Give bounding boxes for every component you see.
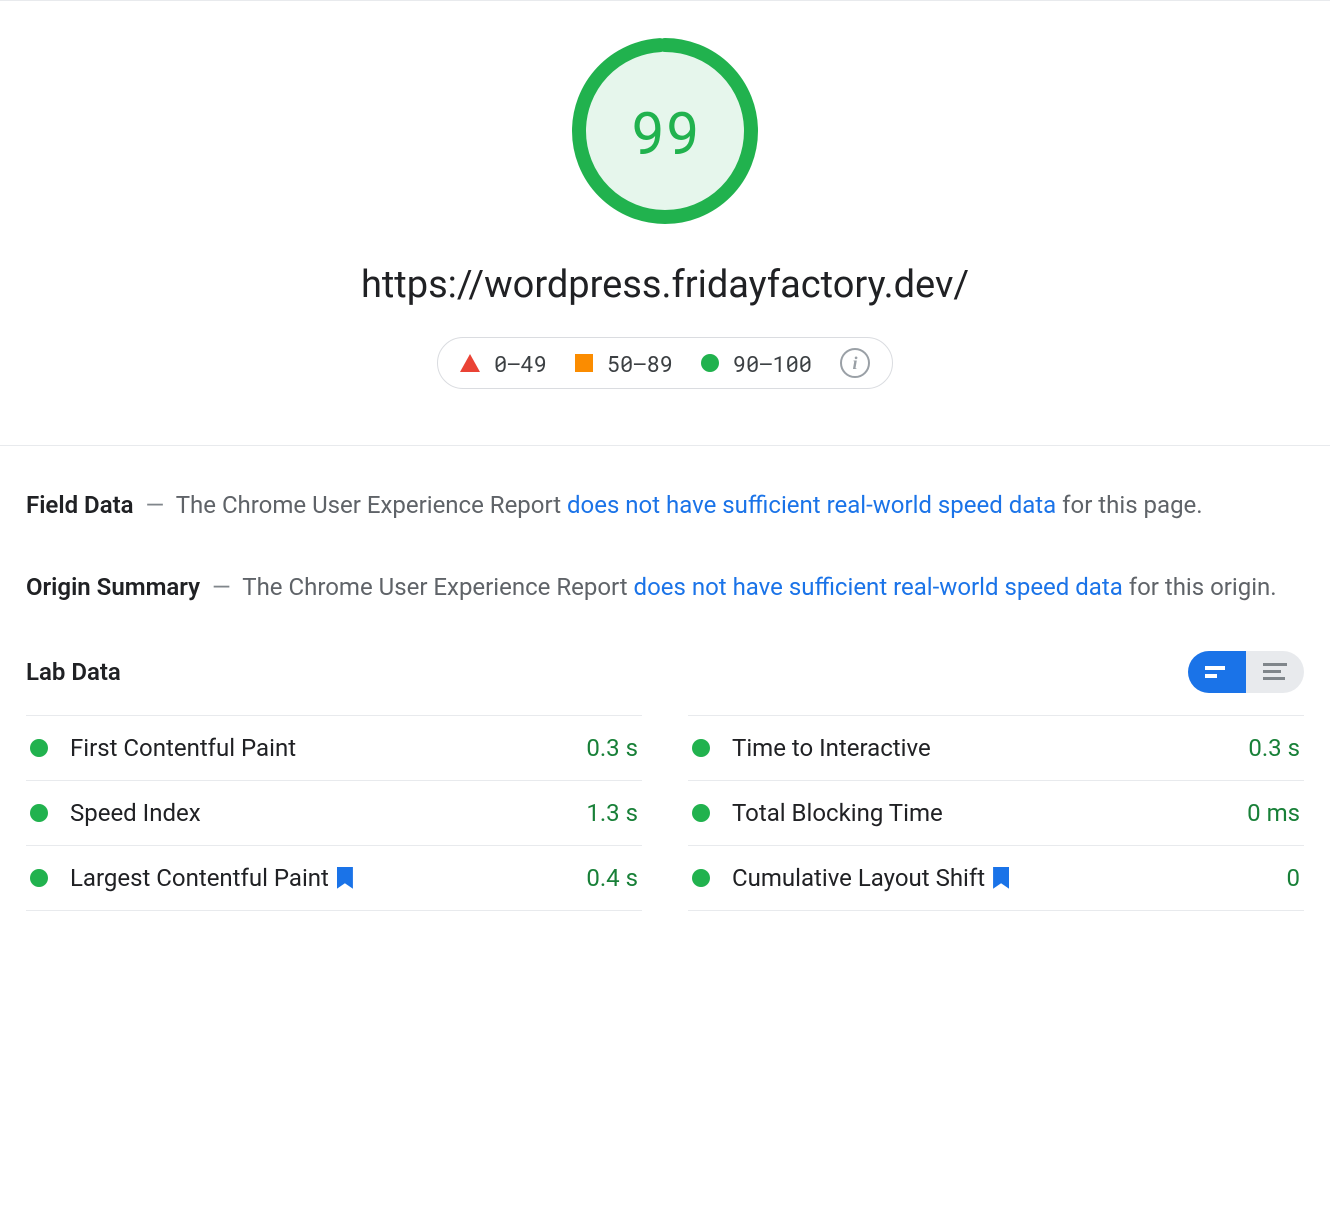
legend-poor-range: 0–49	[494, 349, 547, 378]
metric-row[interactable]: Total Blocking Time0 ms	[688, 780, 1304, 845]
metric-label: Largest Contentful Paint	[70, 864, 586, 892]
legend-poor: 0–49	[460, 349, 547, 378]
metric-row[interactable]: First Contentful Paint0.3 s	[26, 715, 642, 780]
legend-average: 50–89	[575, 349, 673, 378]
audited-url: https://wordpress.fridayfactory.dev/	[0, 263, 1330, 307]
field-data-section: Field Data — The Chrome User Experience …	[26, 486, 1304, 524]
metric-value: 0	[1287, 864, 1301, 892]
score-legend: 0–49 50–89 90–100 i	[437, 337, 893, 389]
origin-summary-text-prefix: The Chrome User Experience Report	[242, 573, 633, 601]
view-toggle	[1188, 651, 1304, 693]
metric-row[interactable]: Time to Interactive0.3 s	[688, 715, 1304, 780]
performance-score: 99	[565, 31, 765, 231]
circle-icon	[701, 354, 719, 372]
metric-status-icon	[30, 739, 48, 757]
detailed-view-icon	[1263, 663, 1287, 681]
lab-metrics: First Contentful Paint0.3 sSpeed Index1.…	[26, 715, 1304, 911]
metric-label: Cumulative Layout Shift	[732, 864, 1287, 892]
info-icon[interactable]: i	[840, 348, 870, 378]
origin-summary-heading: Origin Summary	[26, 573, 200, 601]
field-data-link[interactable]: does not have sufficient real-world spee…	[567, 491, 1056, 519]
field-data-heading: Field Data	[26, 491, 134, 519]
metric-row[interactable]: Speed Index1.3 s	[26, 780, 642, 845]
metric-status-icon	[30, 804, 48, 822]
metric-label: First Contentful Paint	[70, 734, 586, 762]
metric-row[interactable]: Largest Contentful Paint0.4 s	[26, 845, 642, 911]
legend-average-range: 50–89	[607, 349, 673, 378]
separator-dash: —	[212, 573, 231, 601]
field-data-text-suffix: for this page.	[1056, 491, 1202, 519]
metric-status-icon	[692, 739, 710, 757]
metric-value: 0.3 s	[586, 734, 638, 762]
metric-label: Total Blocking Time	[732, 799, 1247, 827]
metric-label: Speed Index	[70, 799, 586, 827]
origin-summary-link[interactable]: does not have sufficient real-world spee…	[634, 573, 1123, 601]
metric-row[interactable]: Cumulative Layout Shift0	[688, 845, 1304, 911]
metric-status-icon	[692, 869, 710, 887]
metric-value: 0 ms	[1247, 799, 1300, 827]
metric-value: 1.3 s	[586, 799, 638, 827]
origin-summary-text-suffix: for this origin.	[1123, 573, 1277, 601]
legend-good: 90–100	[701, 349, 812, 378]
performance-gauge: 99	[565, 31, 765, 231]
metric-value: 0.3 s	[1248, 734, 1300, 762]
lab-data-heading: Lab Data	[26, 658, 121, 686]
triangle-icon	[460, 354, 480, 372]
view-toggle-detailed[interactable]	[1246, 651, 1304, 693]
metric-status-icon	[692, 804, 710, 822]
view-toggle-summary[interactable]	[1188, 651, 1246, 693]
metric-label: Time to Interactive	[732, 734, 1248, 762]
origin-summary-section: Origin Summary — The Chrome User Experie…	[26, 568, 1304, 606]
bookmark-icon	[337, 867, 353, 889]
metric-value: 0.4 s	[586, 864, 638, 892]
bookmark-icon	[993, 867, 1009, 889]
square-icon	[575, 354, 593, 372]
summary-view-icon	[1205, 664, 1229, 680]
metric-status-icon	[30, 869, 48, 887]
separator-dash: —	[145, 491, 164, 519]
field-data-text-prefix: The Chrome User Experience Report	[176, 491, 567, 519]
legend-good-range: 90–100	[733, 349, 812, 378]
